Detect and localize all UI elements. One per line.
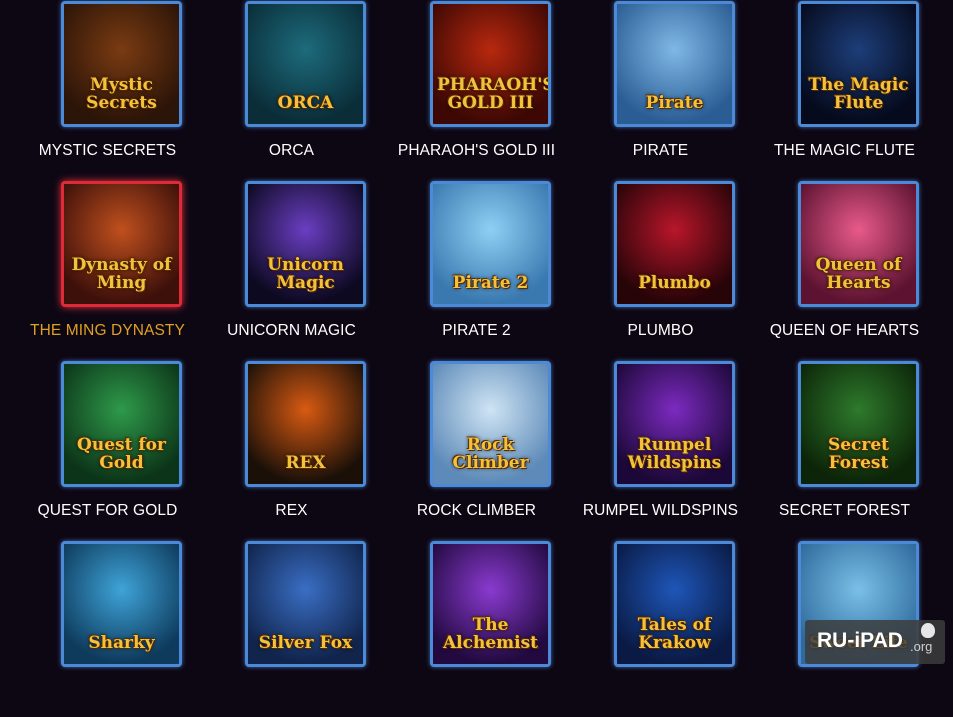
game-tile-the-magic-flute[interactable]: The Magic Flute THE MAGIC FLUTE — [752, 1, 936, 177]
game-thumbnail[interactable]: Quest for Gold — [61, 361, 182, 487]
game-tile-orca[interactable]: ORCA ORCA — [199, 1, 383, 177]
game-logo: Pirate — [645, 93, 704, 113]
game-thumbnail[interactable]: REX — [245, 361, 366, 487]
game-logo: ORCA — [277, 93, 334, 113]
game-logo: Silver Fox — [258, 633, 353, 653]
game-tile-quest-for-gold[interactable]: Quest for Gold QUEST FOR GOLD — [15, 361, 199, 537]
game-thumbnail[interactable]: Rumpel Wildspins — [614, 361, 735, 487]
game-thumbnail[interactable]: Dynasty of Ming — [61, 181, 182, 307]
game-thumbnail[interactable]: Pirate — [614, 1, 735, 127]
game-tile-silver-fox[interactable]: Silver Fox — [199, 541, 383, 717]
game-tile-pirate-2[interactable]: Pirate 2 PIRATE 2 — [384, 181, 568, 357]
game-tile-tales-of-krakow[interactable]: Tales of Krakow — [568, 541, 752, 717]
game-title[interactable]: UNICORN MAGIC — [184, 322, 399, 340]
game-logo: Pirate 2 — [452, 273, 529, 293]
game-grid: Mystic Secrets MYSTIC SECRETS ORCA ORCA PHAR… — [0, 0, 953, 670]
game-title[interactable]: QUEEN OF HEARTS — [737, 322, 952, 340]
game-title[interactable]: THE MING DYNASTY — [0, 322, 215, 340]
game-title[interactable]: PLUMBO — [553, 322, 768, 340]
game-thumbnail[interactable]: The Magic Flute — [798, 1, 919, 127]
game-title[interactable]: REX — [184, 502, 399, 520]
game-thumbnail[interactable]: Mystic Secrets — [61, 1, 182, 127]
game-logo: Secret Forest — [827, 435, 890, 473]
game-tile-secret-forest[interactable]: Secret Forest SECRET FOREST — [752, 361, 936, 537]
game-thumbnail[interactable]: Queen of Hearts — [798, 181, 919, 307]
game-title[interactable]: PIRATE — [553, 142, 768, 160]
game-logo: Queen of Hearts — [815, 255, 902, 293]
game-tile-the-ming-dynasty[interactable]: Dynasty of Ming THE MING DYNASTY — [15, 181, 199, 357]
game-thumbnail[interactable]: Sharky — [61, 541, 182, 667]
watermark: RU-iPAD .org — [805, 620, 945, 664]
game-logo: Quest for Gold — [77, 435, 166, 473]
game-thumbnail[interactable]: Pirate 2 — [430, 181, 551, 307]
game-logo: Tales of Krakow — [637, 615, 712, 653]
game-title[interactable]: THE MAGIC FLUTE — [737, 142, 952, 160]
game-logo: Sharky — [88, 633, 155, 653]
game-logo: The Magic Flute — [808, 75, 909, 113]
game-tile-mystic-secrets[interactable]: Mystic Secrets MYSTIC SECRETS — [15, 1, 199, 177]
game-thumbnail[interactable]: ORCA — [245, 1, 366, 127]
game-logo: Mystic Secrets — [86, 75, 157, 113]
game-title[interactable]: RUMPEL WILDSPINS — [553, 502, 768, 520]
game-tile-queen-of-hearts[interactable]: Queen of Hearts QUEEN OF HEARTS — [752, 181, 936, 357]
game-thumbnail[interactable]: Tales of Krakow — [614, 541, 735, 667]
game-tile-rex[interactable]: REX REX — [199, 361, 383, 537]
game-tile-rock-climber[interactable]: Rock Climber ROCK CLIMBER — [384, 361, 568, 537]
game-thumbnail[interactable]: Silver Fox — [245, 541, 366, 667]
game-logo: PHARAOH'S GOLD III — [437, 75, 551, 113]
game-thumbnail[interactable]: The Alchemist — [430, 541, 551, 667]
game-tile-the-alchemist[interactable]: The Alchemist — [384, 541, 568, 717]
game-title[interactable]: ROCK CLIMBER — [369, 502, 584, 520]
game-title[interactable]: SECRET FOREST — [737, 502, 952, 520]
game-thumbnail[interactable]: Rock Climber — [430, 361, 551, 487]
game-tile-pirate[interactable]: Pirate PIRATE — [568, 1, 752, 177]
game-tile-rumpel-wildspins[interactable]: Rumpel Wildspins RUMPEL WILDSPINS — [568, 361, 752, 537]
game-tile-unicorn-magic[interactable]: Unicorn Magic UNICORN MAGIC — [199, 181, 383, 357]
game-tile-plumbo[interactable]: Plumbo PLUMBO — [568, 181, 752, 357]
game-thumbnail[interactable]: Unicorn Magic — [245, 181, 366, 307]
game-logo: Dynasty of Ming — [71, 255, 172, 293]
apple-icon — [921, 623, 935, 638]
game-title[interactable]: QUEST FOR GOLD — [0, 502, 215, 520]
game-thumbnail[interactable]: Secret Forest — [798, 361, 919, 487]
game-logo: Plumbo — [638, 273, 711, 293]
game-thumbnail[interactable]: Plumbo — [614, 181, 735, 307]
game-title[interactable]: PHARAOH'S GOLD III — [369, 142, 584, 160]
game-tile-pharaoh-s-gold-iii[interactable]: PHARAOH'S GOLD III PHARAOH'S GOLD III — [384, 1, 568, 177]
game-title[interactable]: MYSTIC SECRETS — [0, 142, 215, 160]
game-title[interactable]: ORCA — [184, 142, 399, 160]
game-logo: REX — [285, 453, 326, 473]
watermark-suffix: .org — [910, 639, 933, 654]
game-logo: Rock Climber — [452, 435, 529, 473]
game-tile-sharky[interactable]: Sharky — [15, 541, 199, 717]
game-thumbnail[interactable]: PHARAOH'S GOLD III — [430, 1, 551, 127]
game-title[interactable]: PIRATE 2 — [369, 322, 584, 340]
game-logo: Rumpel Wildspins — [627, 435, 722, 473]
game-logo: The Alchemist — [442, 615, 539, 653]
watermark-text: RU-iPAD — [817, 629, 903, 652]
game-logo: Unicorn Magic — [267, 255, 344, 293]
